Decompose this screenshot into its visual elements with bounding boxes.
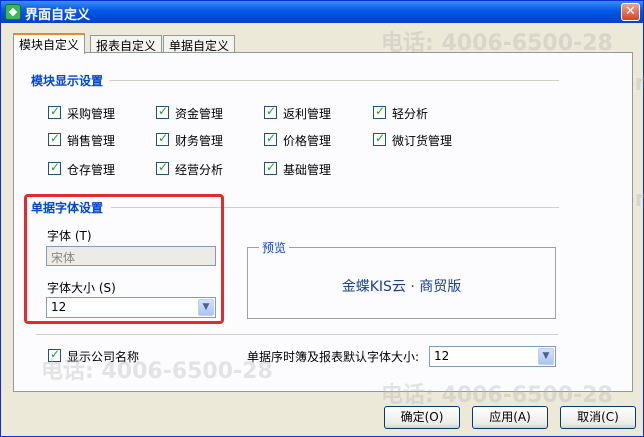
cancel-button[interactable]: 取消(C) bbox=[560, 406, 636, 429]
tab-voucher-custom[interactable]: 单据自定义 bbox=[163, 35, 236, 53]
window-title: 界面自定义 bbox=[25, 8, 91, 23]
default-size-label: 单据序时簿及报表默认字体大小: bbox=[247, 350, 420, 364]
check-icon[interactable] bbox=[156, 131, 169, 146]
check-icon[interactable] bbox=[156, 160, 169, 175]
check-icon[interactable] bbox=[264, 160, 277, 175]
group-divider bbox=[109, 80, 559, 81]
check-icon[interactable] bbox=[48, 104, 61, 119]
preview-text: 金蝶KIS云 · 商贸版 bbox=[341, 279, 462, 295]
check-icon[interactable] bbox=[373, 131, 386, 146]
tab-report-custom[interactable]: 报表自定义 bbox=[90, 35, 163, 53]
divider bbox=[36, 334, 558, 335]
check-icon[interactable] bbox=[264, 104, 277, 119]
chevron-down-icon[interactable]: ▼ bbox=[538, 348, 554, 365]
preview-label: 预览 bbox=[259, 239, 290, 256]
apply-button[interactable]: 应用(A) bbox=[472, 406, 548, 429]
check-icon[interactable] bbox=[48, 160, 61, 175]
preview-box: 金蝶KIS云 · 商贸版 bbox=[247, 247, 556, 319]
check-icon[interactable] bbox=[156, 104, 169, 119]
module-group-title: 模块显示设置 bbox=[31, 72, 108, 89]
highlight-box bbox=[24, 194, 224, 324]
app-logo-icon: ◆ bbox=[5, 4, 21, 20]
title-bar[interactable]: ◆ 界面自定义 ✕ bbox=[1, 1, 643, 23]
ok-button[interactable]: 确定(O) bbox=[384, 406, 460, 429]
check-icon[interactable] bbox=[48, 131, 61, 146]
close-button[interactable]: ✕ bbox=[621, 3, 640, 21]
check-icon[interactable] bbox=[48, 347, 61, 362]
default-size-select[interactable]: 12 ▼ bbox=[429, 346, 556, 367]
dialog-window: ◆ 界面自定义 ✕ 电话: 4006-6500-28 网址: www.tdxso… bbox=[0, 0, 644, 437]
tab-module-custom[interactable]: 模块自定义 bbox=[13, 33, 86, 54]
check-icon[interactable] bbox=[264, 131, 277, 146]
check-icon[interactable] bbox=[373, 104, 386, 119]
